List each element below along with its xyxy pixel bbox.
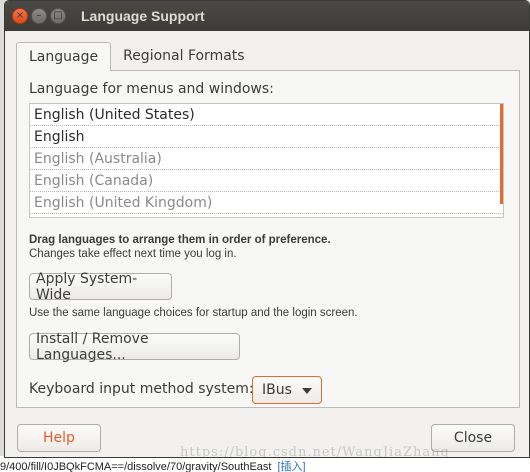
apply-system-wide-button[interactable]: Apply System-Wide <box>29 271 172 303</box>
tab-bar-filler <box>256 42 520 71</box>
help-button[interactable]: Help <box>17 424 101 452</box>
language-list-item[interactable]: English <box>30 126 503 148</box>
language-list-heading: Language for menus and windows: <box>29 81 274 97</box>
language-list[interactable]: English (United States) English English … <box>29 103 504 218</box>
background-insert-link[interactable]: [插入] <box>277 461 305 472</box>
language-list-item[interactable]: English (United States) <box>30 104 503 126</box>
tab-regional-formats[interactable]: Regional Formats <box>111 42 257 71</box>
background-url-text: 9/400/fill/I0JBQkFCMA==/dissolve/70/grav… <box>0 458 306 472</box>
title-bar[interactable]: × – □ Language Support <box>5 1 529 31</box>
dropdown-arrow-icon <box>302 388 312 394</box>
background-url: 9/400/fill/I0JBQkFCMA==/dissolve/70/grav… <box>0 461 272 472</box>
close-window-icon[interactable]: × <box>12 8 28 24</box>
install-remove-languages-button[interactable]: Install / Remove Languages... <box>29 331 240 363</box>
language-list-item[interactable]: English (Canada) <box>30 170 503 192</box>
watermark-text: https://blog.csdn.net/WangJiaZhang <box>180 445 450 458</box>
maximize-window-icon[interactable]: □ <box>50 8 66 24</box>
keyboard-input-label: Keyboard input method system: <box>29 381 254 397</box>
tab-notebook: Language Regional Formats Language for m… <box>16 42 520 408</box>
window-title: Language Support <box>81 8 205 24</box>
tab-language[interactable]: Language <box>16 42 112 71</box>
keyboard-input-method-select[interactable]: IBus <box>252 376 322 404</box>
language-tab-page: Language for menus and windows: English … <box>16 70 520 408</box>
keyboard-input-method-value: IBus <box>262 382 292 398</box>
drag-hint-subtext: Changes take effect next time you log in… <box>29 248 237 260</box>
language-list-scrollbar[interactable] <box>500 104 503 204</box>
language-list-item[interactable]: English (Australia) <box>30 148 503 170</box>
minimize-window-icon[interactable]: – <box>31 8 47 24</box>
drag-hint: Drag languages to arrange them in order … <box>29 234 331 246</box>
language-support-window: × – □ Language Support Language Regional… <box>4 0 530 458</box>
language-list-item[interactable]: English (United Kingdom) <box>30 192 503 214</box>
apply-system-wide-description: Use the same language choices for startu… <box>29 307 358 319</box>
tab-bar: Language Regional Formats <box>16 42 520 71</box>
